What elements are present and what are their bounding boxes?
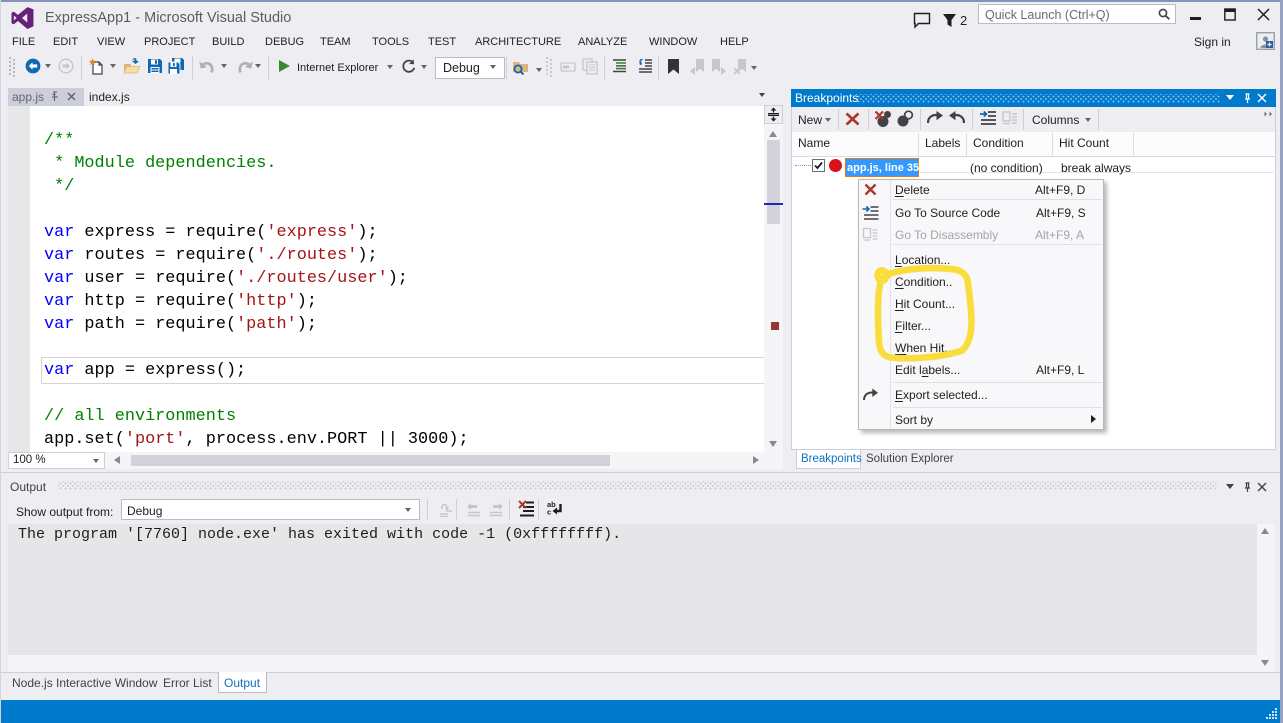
svg-text:c: c xyxy=(547,508,551,517)
